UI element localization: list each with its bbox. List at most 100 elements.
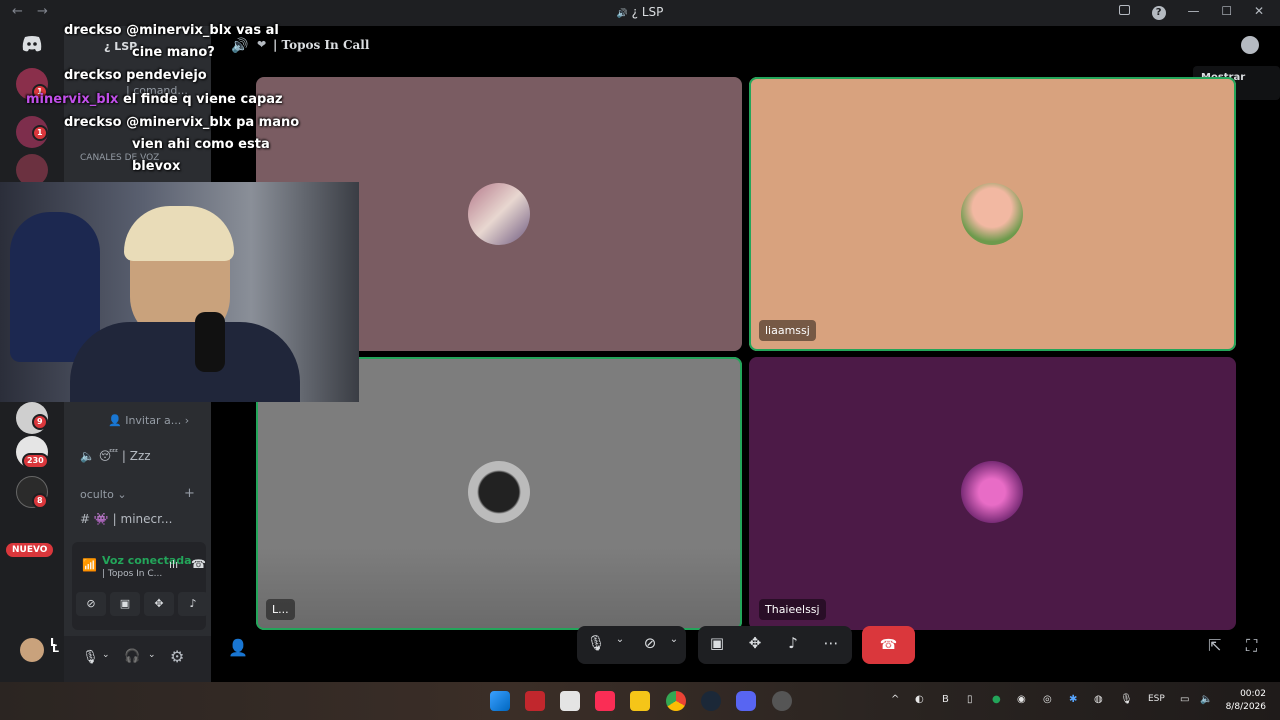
minimize-button[interactable]: — [1188,4,1200,18]
sleepy-emoji-icon: 😴 [98,449,119,463]
invader-emoji-icon: 👾 [93,512,109,526]
chrome-icon[interactable] [666,691,686,711]
app-icon[interactable] [560,691,580,711]
hidden-category[interactable]: oculto ⌄ [80,488,127,501]
notification-badge: 1 [32,125,48,141]
headphones-icon[interactable]: 🎧 [124,649,140,664]
tray-icon[interactable]: ◎ [1043,694,1052,705]
discord-icon[interactable] [736,691,756,711]
chat-message: dreckso @minervix_blx pa mano [64,115,299,130]
speaker-icon: 🔊 [231,38,249,54]
invite-to-call-icon[interactable]: 👤 [228,638,248,657]
network-icon[interactable]: ▭ [1180,694,1189,705]
soundboard-button[interactable]: ♪ [178,592,208,616]
activity-controls: ▣ ✥ ♪ ⋯ [698,626,852,664]
activities-button[interactable]: ✥ [144,592,174,616]
tray-icon[interactable]: ● [992,694,1001,705]
chat-username: dreckso [64,23,122,38]
steam-icon[interactable] [701,691,721,711]
maximize-button[interactable]: ☐ [1221,4,1232,18]
chat-text: @minervix_blx vas al [126,23,279,38]
close-button[interactable]: ✕ [1254,4,1264,18]
webcam-overlay [0,182,359,402]
soundboard-icon[interactable]: ♪ [782,634,804,652]
username-left: L [50,636,58,649]
chat-text: el finde q viene capaz [122,92,283,107]
music-icon[interactable] [595,691,615,711]
notification-badge: 230 [22,453,49,469]
chat-text: @minervix_blx pa mano [126,115,300,130]
call-header: 🔊 ❤ | Topos In Call [211,26,1280,70]
participant-name: Thaieelssj [759,599,826,620]
microphone [195,312,225,372]
chat-username: minervix_blx [26,92,119,107]
audio-video-controls: 🎙 ⌄ ⊘ ⌄ [577,626,686,664]
screen-share-button[interactable]: ▣ [110,592,140,616]
add-channel-icon[interactable]: + [184,486,195,501]
volume-icon[interactable]: 🔈 [1200,694,1212,705]
participant-avatar [468,183,530,245]
voice-connected-panel: 📶 Voz conectada | Topos In C... ılı ☎ ⊘ … [72,542,208,630]
noise-suppression-icon[interactable]: ılı [169,558,178,571]
language-indicator[interactable]: ESP [1148,694,1165,704]
inbox-icon[interactable] [1118,5,1130,15]
phone-hangup-icon: ☎ [879,637,898,653]
voicemeeter-icon[interactable] [525,691,545,711]
chat-message-cont: blevox [132,159,181,174]
tray-icon[interactable]: ◍ [1094,694,1103,705]
tray-chevron-icon[interactable]: ^ [891,694,899,705]
chat-username: dreckso [64,68,122,83]
chevron-down-icon[interactable]: ⌄ [609,634,631,645]
chat-message: dreckso @minervix_blx vas al [64,23,279,38]
speaker-icon: 🔊 [616,9,628,19]
more-icon[interactable]: ⋯ [820,634,842,652]
chevron-down-icon[interactable]: ⌄ [663,634,685,645]
voice-channel-name[interactable]: | Topos In C... [102,569,162,579]
participant-avatar [961,183,1023,245]
show-chat-icon[interactable] [1241,36,1259,54]
end-call-button[interactable]: ☎ [862,626,915,664]
hash-icon: # [80,512,91,526]
channel-minecraft[interactable]: # 👾 | minecr... [80,512,172,526]
microphone-icon[interactable]: 🎙 [585,634,607,652]
chat-message: minervix_blx el finde q viene capaz [26,92,283,107]
fullscreen-icon[interactable]: ⛶ [1246,636,1257,656]
camera-off-button[interactable]: ⊘ [76,592,106,616]
heart-emoji-icon: ❤ [257,38,267,51]
participant-name: L... [266,599,295,620]
invite-button[interactable]: 👤 Invitar a... › [108,414,189,427]
microphone-tray-icon[interactable]: 🎙 [1120,694,1133,705]
tray-icon[interactable]: ◉ [1017,694,1026,705]
gear-icon[interactable]: ⚙ [170,647,184,666]
microphone-icon[interactable]: 🎙 [82,650,99,665]
chat-message-cont: vien ahi como esta [132,137,270,152]
disconnect-icon[interactable]: ☎ [191,557,206,571]
file-explorer-icon[interactable] [630,691,650,711]
app-icon[interactable] [772,691,792,711]
tray-icon[interactable]: ▯ [967,694,973,705]
activities-icon[interactable]: ✥ [744,634,766,652]
add-user-icon: 👤 [108,414,126,427]
screen-share-icon[interactable]: ▣ [706,634,728,652]
user-avatar-image[interactable] [20,638,44,662]
discord-home-icon[interactable] [16,28,48,60]
popout-icon[interactable]: ⇱ [1208,636,1221,655]
notification-badge: 9 [32,414,48,430]
notification-badge: 8 [32,493,48,509]
participant-avatar [961,461,1023,523]
voice-channel-zzz[interactable]: 🔈 😴 | Zzz [80,449,151,463]
windows-start-icon[interactable] [490,691,510,711]
help-icon[interactable]: ? [1151,6,1166,20]
tray-icon[interactable]: ◐ [915,694,924,705]
video-tile[interactable]: liaamssj [749,77,1236,351]
chevron-right-icon: › [184,414,190,427]
video-tile[interactable]: Thaieelssj [749,357,1236,630]
tray-icon[interactable]: ✱ [1069,694,1077,705]
chevron-down-icon[interactable]: ⌄ [102,650,110,660]
chat-username: dreckso [64,115,122,130]
chevron-down-icon[interactable]: ⌄ [148,650,156,660]
camera-off-icon[interactable]: ⊘ [639,634,661,652]
tray-icon[interactable]: B [942,694,949,705]
clock[interactable]: 00:02 8/8/2026 [1226,688,1266,714]
chat-message-cont: cine mano? [132,45,215,60]
